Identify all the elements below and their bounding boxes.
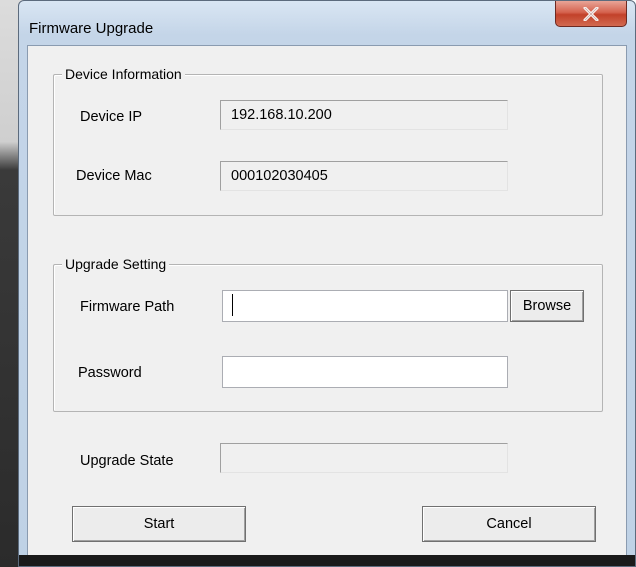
upgrade-state-label: Upgrade State: [80, 453, 174, 469]
upgrade-state-field: [220, 443, 508, 473]
password-input[interactable]: [222, 356, 508, 388]
start-button[interactable]: Start: [72, 506, 246, 542]
password-label: Password: [78, 365, 142, 381]
device-mac-label: Device Mac: [76, 168, 152, 184]
device-information-group: Device Information: [53, 65, 603, 216]
upgrade-setting-group: Upgrade Setting: [53, 255, 603, 412]
text-caret: [232, 294, 233, 316]
close-button[interactable]: [555, 1, 627, 27]
window-title: Firmware Upgrade: [29, 20, 154, 37]
device-ip-field: 192.168.10.200: [220, 100, 508, 130]
close-icon: [583, 6, 599, 21]
browse-button[interactable]: Browse: [510, 290, 584, 322]
device-information-legend: Device Information: [62, 65, 185, 83]
upgrade-setting-legend: Upgrade Setting: [62, 255, 170, 273]
firmware-path-input[interactable]: [222, 290, 508, 322]
device-mac-field: 000102030405: [220, 161, 508, 191]
firmware-path-label: Firmware Path: [80, 299, 175, 315]
screen: Firmware Upgrade Device Information Devi…: [0, 0, 636, 567]
device-ip-label: Device IP: [80, 109, 143, 125]
window-bottom-frame: [19, 555, 635, 566]
cancel-button[interactable]: Cancel: [422, 506, 596, 542]
